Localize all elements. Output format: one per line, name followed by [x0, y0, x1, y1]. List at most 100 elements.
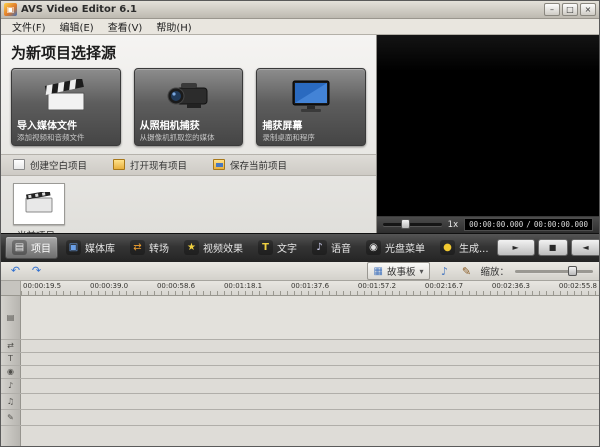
clapperboard-icon [17, 72, 115, 121]
audio-track-icon[interactable]: ♪ [1, 379, 21, 393]
tab-video-effects[interactable]: ★ 视频效果 [177, 236, 250, 259]
seek-slider-thumb[interactable] [401, 219, 410, 229]
track-row-text: T [1, 353, 599, 366]
time-separator: / [526, 220, 531, 229]
timeline-tracks: ▤ ⇄ T ◉ ♪ ♫ ✎ [1, 296, 599, 446]
stop-button[interactable]: ■ [538, 239, 568, 256]
menu-file[interactable]: 文件(F) [5, 18, 53, 35]
track-row-overlay: ◉ [1, 366, 599, 379]
annotation-track-icon[interactable]: ✎ [1, 410, 21, 425]
preview-panel: 1x 00:00:00.000 / 00:00:00.000 [377, 35, 599, 233]
tab-transitions[interactable]: ⇄ 转场 [123, 236, 176, 259]
title-bar: ▣ AVS Video Editor 6.1 – □ × [1, 1, 599, 19]
storyboard-icon: ▦ [374, 266, 383, 277]
playback-speed-label: 1x [448, 220, 458, 230]
tick-label: 00:00:39.0 [90, 282, 128, 290]
track-row-extra [1, 426, 599, 446]
zoom-slider-thumb[interactable] [568, 266, 577, 276]
source-sublabel: 从摄像机抓取您的媒体 [140, 133, 238, 142]
step-back-button[interactable]: ◄ [571, 239, 600, 256]
save-icon [213, 159, 225, 170]
tick-label: 00:01:37.6 [291, 282, 329, 290]
main-area: 为新项目选择源 导入媒体 [1, 35, 599, 233]
annotation-track-lane[interactable] [21, 410, 599, 425]
music-track-icon[interactable]: ♫ [1, 394, 21, 409]
tab-project[interactable]: ▤ 项目 [5, 236, 58, 259]
extra-track-head [1, 426, 21, 446]
source-label: 从照相机捕获 [140, 121, 238, 133]
tab-label: 媒体库 [85, 240, 115, 255]
transition-track-icon[interactable]: ⇄ [1, 340, 21, 352]
tab-label: 项目 [31, 240, 51, 255]
video-effects-icon: ★ [184, 240, 199, 255]
maximize-button[interactable]: □ [562, 3, 578, 16]
disc-menu-icon: ◉ [366, 240, 381, 255]
tick-label: 00:02:55.8 [559, 282, 597, 290]
new-project-icon [13, 159, 25, 170]
project-icon: ▤ [12, 240, 27, 255]
capture-screen-button[interactable]: 捕获屏幕 录制桌面和程序 [256, 68, 366, 146]
timeline-toolbar-right: ▦ 故事板 ▾ ♪ ✎ 缩放： [367, 262, 594, 280]
ruler-ticks[interactable]: 00:00:19.5 00:00:39.0 00:00:58.6 00:01:1… [21, 281, 599, 295]
track-row-video: ▤ [1, 296, 599, 340]
menu-help[interactable]: 帮助(H) [149, 18, 198, 35]
tick-label: 00:00:58.6 [157, 282, 195, 290]
extra-track-lane[interactable] [21, 426, 599, 446]
video-preview-screen[interactable] [377, 35, 599, 217]
main-toolbar: ▤ 项目 ▣ 媒体库 ⇄ 转场 ★ 视频效果 T 文字 ♪ 语音 ◉ 光盘菜单 … [1, 233, 599, 262]
menu-bar: 文件(F) 编辑(E) 查看(V) 帮助(H) [1, 19, 599, 35]
menu-edit[interactable]: 编辑(E) [53, 18, 101, 35]
tab-voice[interactable]: ♪ 语音 [305, 236, 358, 259]
voice-icon: ♪ [312, 240, 327, 255]
monitor-icon [262, 72, 360, 121]
text-icon: T [258, 240, 273, 255]
project-links-row: 创建空白项目 打开现有项目 保存当前项目 [1, 154, 376, 176]
zoom-slider[interactable] [515, 270, 593, 273]
audio-track-lane[interactable] [21, 379, 599, 393]
video-track-lane[interactable] [21, 296, 599, 339]
link-label: 创建空白项目 [30, 158, 87, 172]
start-panel: 为新项目选择源 导入媒体 [1, 35, 377, 233]
page-title: 为新项目选择源 [1, 35, 376, 68]
tab-label: 文字 [277, 240, 297, 255]
transition-track-lane[interactable] [21, 340, 599, 352]
source-cards: 导入媒体文件 添加视频和音频文件 从照相机捕获 [1, 68, 376, 146]
redo-button[interactable]: ↷ [28, 264, 45, 279]
tick-label: 00:02:16.7 [425, 282, 463, 290]
menu-view[interactable]: 查看(V) [101, 18, 150, 35]
source-label: 导入媒体文件 [17, 121, 115, 133]
track-row-audio: ♪ [1, 379, 599, 394]
create-blank-project-button[interactable]: 创建空白项目 [13, 158, 87, 172]
import-media-button[interactable]: 导入媒体文件 添加视频和音频文件 [11, 68, 121, 146]
timeline-ruler: 00:00:19.5 00:00:39.0 00:00:58.6 00:01:1… [1, 281, 599, 296]
save-project-button[interactable]: 保存当前项目 [213, 158, 287, 172]
produce-icon: ● [440, 240, 455, 255]
video-track-icon[interactable]: ▤ [1, 296, 21, 339]
link-label: 保存当前项目 [230, 158, 287, 172]
text-track-icon[interactable]: T [1, 353, 21, 365]
overlay-track-icon[interactable]: ◉ [1, 366, 21, 378]
open-folder-icon [113, 159, 125, 170]
music-track-lane[interactable] [21, 394, 599, 409]
source-sublabel: 录制桌面和程序 [262, 133, 360, 142]
audio-mix-button[interactable]: ♪ [436, 265, 452, 278]
tab-produce[interactable]: ● 生成... [433, 236, 496, 259]
overlay-track-lane[interactable] [21, 366, 599, 378]
tab-disc-menu[interactable]: ◉ 光盘菜单 [359, 236, 432, 259]
link-label: 打开现有项目 [130, 158, 187, 172]
view-mode-dropdown[interactable]: ▦ 故事板 ▾ [367, 262, 431, 280]
open-project-button[interactable]: 打开现有项目 [113, 158, 187, 172]
close-button[interactable]: × [580, 3, 596, 16]
play-button[interactable]: ► [497, 239, 535, 256]
seek-slider[interactable] [383, 223, 442, 226]
current-project-thumbnail[interactable] [13, 183, 65, 225]
minimize-button[interactable]: – [544, 3, 560, 16]
transport-controls: ► ■ ◄ ► [497, 239, 600, 256]
edit-button[interactable]: ✎ [458, 265, 474, 278]
text-track-lane[interactable] [21, 353, 599, 365]
capture-camera-button[interactable]: 从照相机捕获 从摄像机抓取您的媒体 [134, 68, 244, 146]
tab-text[interactable]: T 文字 [251, 236, 304, 259]
source-label: 捕获屏幕 [262, 121, 360, 133]
tab-media-library[interactable]: ▣ 媒体库 [59, 236, 122, 259]
undo-button[interactable]: ↶ [7, 264, 24, 279]
